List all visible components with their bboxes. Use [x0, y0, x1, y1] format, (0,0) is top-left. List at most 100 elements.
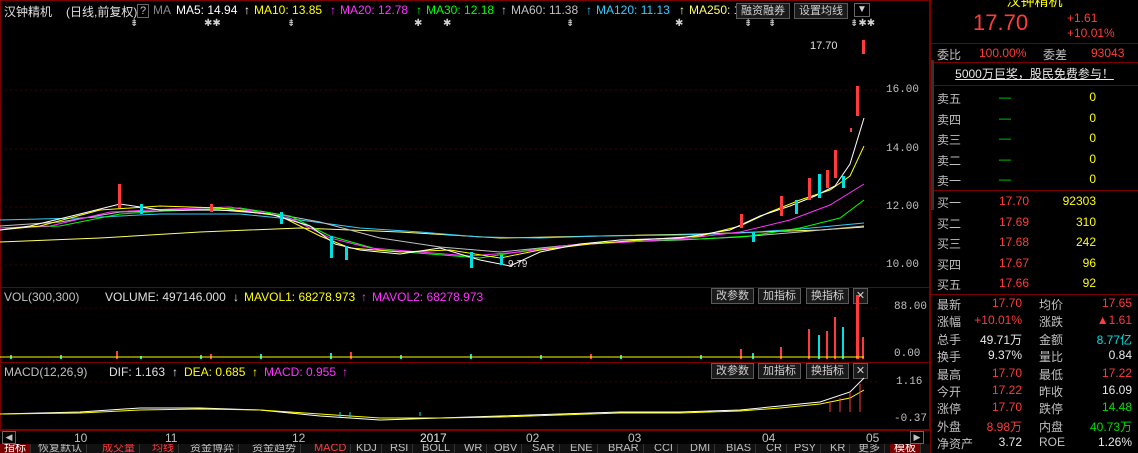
stat-label: 涨跌: [1039, 315, 1064, 330]
volume-svg[interactable]: [0, 287, 880, 363]
stat-label: 均价: [1039, 298, 1064, 312]
stat-label: 跌停: [1039, 402, 1064, 417]
tab-fund-trend[interactable]: 资金趋势: [248, 444, 301, 453]
price-axis-14: 14.00: [886, 143, 920, 155]
sell-row[interactable]: 卖二 — 0: [931, 150, 1138, 170]
tab-ma[interactable]: 均线: [148, 444, 179, 453]
buy-volume: 242: [1075, 235, 1096, 249]
buy-price: 17.67: [999, 255, 1030, 270]
time-label: 03: [628, 431, 642, 445]
weibi-value: 100.00%: [979, 46, 1027, 60]
sell-price: —: [999, 172, 1011, 186]
sell-row[interactable]: 卖五 — 0: [931, 88, 1138, 108]
stat-row: 外盘 8.98万 内盘 40.73万: [931, 418, 1138, 435]
stat-row: 涨停 17.70 跌停 14.48: [931, 400, 1138, 417]
stat-value: 17.22: [1101, 365, 1132, 380]
stat-label: 内盘: [1039, 419, 1064, 434]
stat-label: 涨幅: [937, 315, 962, 330]
stat-value: 8.77亿: [1096, 332, 1132, 347]
tab-kdj[interactable]: KDJ: [352, 444, 382, 453]
buy-row[interactable]: 买三 17.68 242: [931, 233, 1138, 253]
tab-dmi[interactable]: DMI: [686, 444, 716, 453]
stat-label: 换手: [937, 350, 962, 365]
tab-macd[interactable]: MACD: [310, 444, 352, 453]
stat-row: 净资产 3.72 ROE 1.26%: [931, 435, 1138, 452]
time-label: 04: [762, 431, 776, 445]
quote-price: 17.70: [973, 10, 1029, 35]
stat-row: 总手 49.71万 金额 8.77亿: [931, 331, 1138, 348]
buy-row[interactable]: 买二 17.69 310: [931, 213, 1138, 233]
buy-label: 买五: [937, 278, 962, 292]
stats-divider: [931, 294, 1138, 295]
tab-psy[interactable]: PSY: [790, 444, 822, 453]
stat-value: 17.70: [991, 400, 1022, 415]
sell-volume: 0: [1089, 172, 1096, 186]
buy-volume: 96: [1082, 255, 1096, 270]
time-scroll-right-button[interactable]: ▶: [910, 431, 924, 444]
buy-row[interactable]: 买一 17.70 92303: [931, 192, 1138, 212]
tab-sar[interactable]: SAR: [528, 444, 560, 453]
tab-cci[interactable]: CCI: [650, 444, 678, 453]
sell-row[interactable]: 卖三 — 0: [931, 129, 1138, 149]
stat-label: 外盘: [937, 419, 962, 434]
stat-value: 17.70: [991, 365, 1022, 380]
stat-label: 量比: [1039, 350, 1064, 365]
tab-bias[interactable]: BIAS: [722, 444, 757, 453]
time-scroll-left-button[interactable]: ◀: [2, 431, 16, 444]
order-divider: [931, 190, 1138, 191]
panel-scrollbar[interactable]: [931, 60, 934, 210]
tab-brar[interactable]: BRAR: [604, 444, 644, 453]
quote-stock-name: 汉钟精机: [1006, 0, 1063, 9]
tab-restore-default[interactable]: 恢复默认: [34, 444, 87, 453]
tab-template[interactable]: 模板: [890, 444, 921, 453]
time-label: 11: [165, 431, 178, 445]
sell-label: 卖二: [937, 153, 962, 168]
sell-row[interactable]: 卖四 — 0: [931, 109, 1138, 129]
buy-volume: 92: [1082, 276, 1096, 290]
buy-label: 买一: [937, 196, 962, 210]
kline-svg[interactable]: [0, 0, 880, 288]
stat-label: 昨收: [1039, 385, 1064, 399]
sell-price: —: [999, 151, 1011, 166]
tab-volume[interactable]: 成交量: [98, 444, 140, 453]
ma250-line: [0, 226, 865, 243]
tab-obv[interactable]: OBV: [490, 444, 523, 453]
stat-value: 16.09: [1101, 383, 1132, 397]
time-label: 05: [866, 431, 880, 445]
tab-fund-game[interactable]: 资金博弈: [186, 444, 239, 453]
time-label: 10: [74, 431, 88, 445]
time-label: 02: [526, 431, 540, 445]
buy-row[interactable]: 买四 17.67 96: [931, 254, 1138, 274]
time-axis-bar: ◀ 10 11 12 2017 02 03 04 05 ▶: [0, 430, 930, 445]
buy-price: 17.70: [999, 194, 1030, 208]
tab-kr[interactable]: KR: [826, 444, 851, 453]
sell-price: —: [999, 131, 1011, 145]
volume-axis-min: 0.00: [894, 348, 921, 360]
ad-banner-link[interactable]: 5000万巨奖，股民免费参与！: [931, 64, 1138, 86]
weicha-label: 委差: [1043, 48, 1068, 62]
sell-label: 卖四: [937, 112, 962, 127]
sell-row[interactable]: 卖一 — 0: [931, 170, 1138, 190]
tab-boll[interactable]: BOLL: [418, 444, 456, 453]
quote-change: +1.61: [1067, 11, 1098, 25]
tab-cr[interactable]: CR: [762, 444, 787, 453]
stat-label: 最高: [937, 367, 962, 382]
tab-indicator[interactable]: 指标: [0, 444, 31, 453]
tab-more[interactable]: 更多: [854, 444, 885, 453]
stat-value: 17.22: [991, 383, 1022, 397]
stat-value: 0.84: [1108, 348, 1132, 363]
macd-svg[interactable]: [0, 362, 880, 430]
sell-volume: 0: [1089, 131, 1096, 145]
buy-label: 买三: [937, 237, 962, 251]
tab-wr[interactable]: WR: [460, 444, 488, 453]
tab-ene[interactable]: ENE: [566, 444, 598, 453]
stat-row: 换手 9.37% 量比 0.84: [931, 348, 1138, 365]
price-axis-12: 12.00: [886, 201, 920, 213]
stat-label: 涨停: [937, 402, 962, 417]
stat-row: 最新 17.70 均价 17.65: [931, 296, 1138, 313]
stat-value: ▲1.61: [1096, 313, 1132, 328]
buy-row[interactable]: 买五 17.66 92: [931, 274, 1138, 294]
sell-label: 卖一: [937, 174, 962, 188]
tab-rsi[interactable]: RSI: [386, 444, 414, 453]
price-axis-16: 16.00: [886, 84, 920, 96]
